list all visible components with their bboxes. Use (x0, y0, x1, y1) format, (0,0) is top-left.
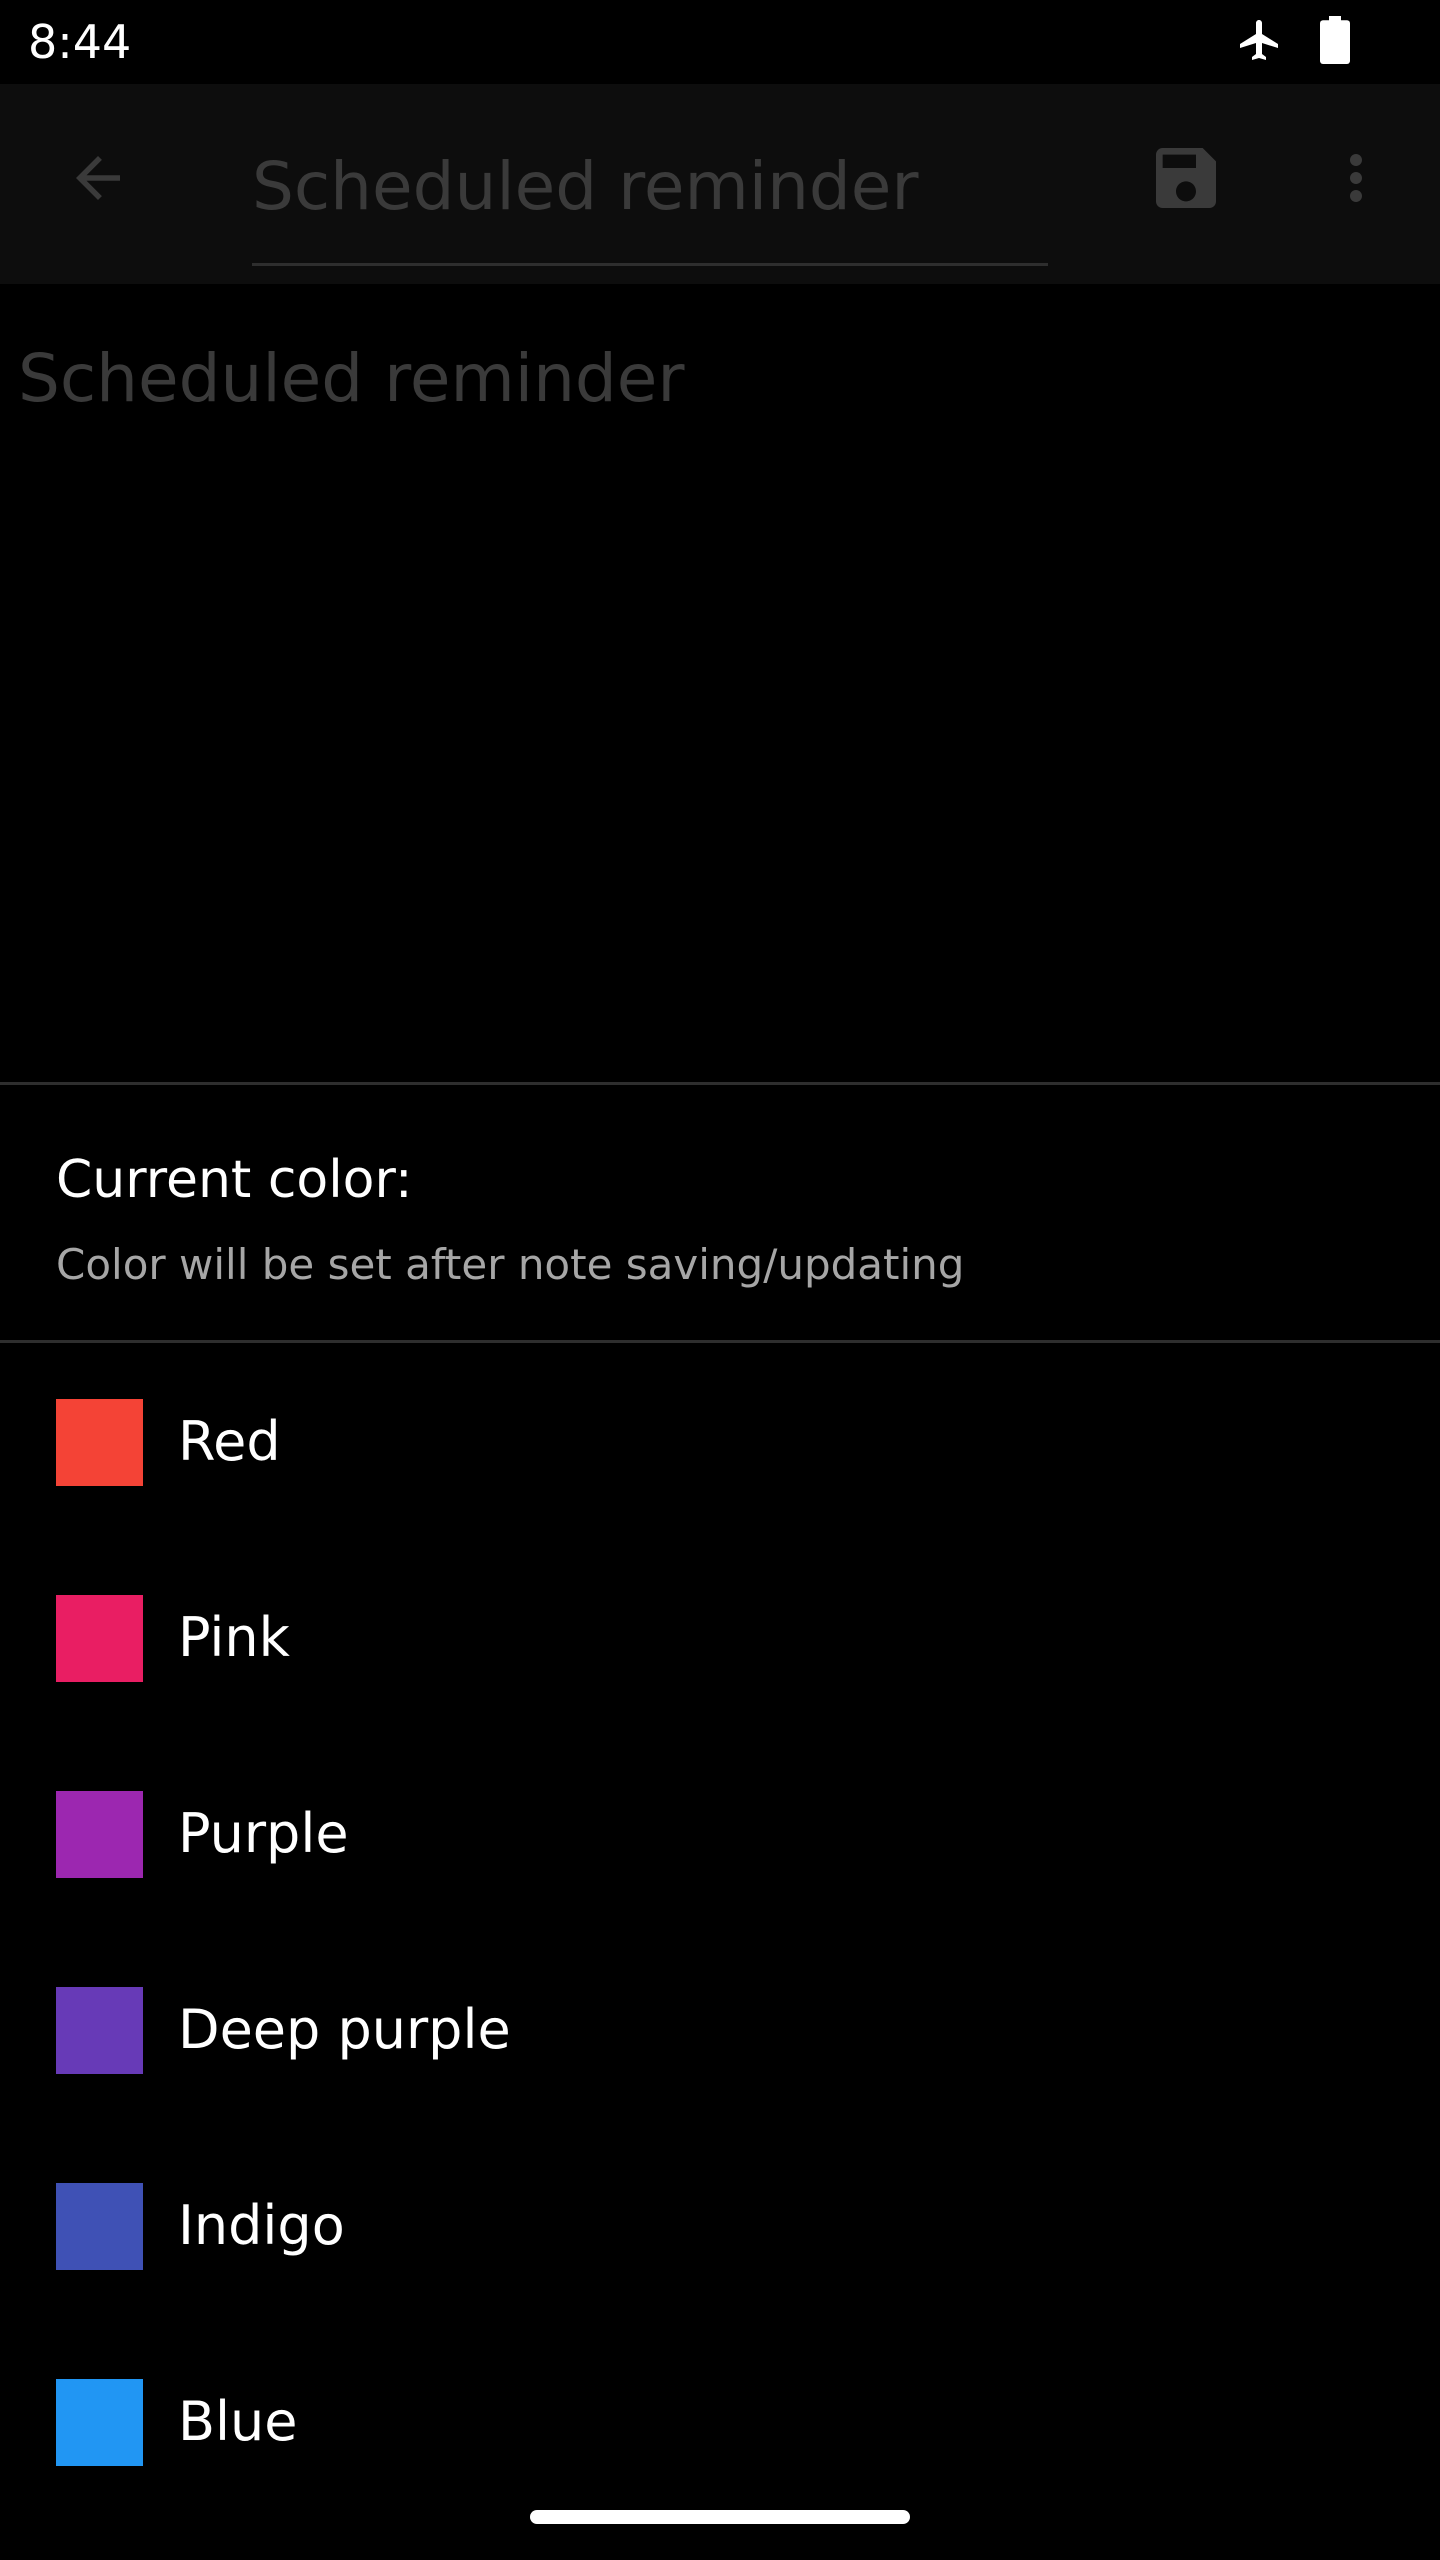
color-swatch (56, 2379, 143, 2466)
color-list: Red Pink Purple Deep purple Indigo Blue (0, 1343, 1440, 2519)
color-item-blue[interactable]: Blue (0, 2323, 1440, 2519)
status-bar: 8:44 (0, 0, 1440, 84)
status-time: 8:44 (28, 15, 132, 69)
color-label: Deep purple (178, 1998, 511, 2061)
color-swatch (56, 1399, 143, 1486)
color-item-indigo[interactable]: Indigo (0, 2127, 1440, 2323)
color-swatch (56, 1987, 143, 2074)
gesture-nav-handle[interactable] (530, 2510, 910, 2524)
save-icon (1146, 138, 1226, 222)
color-swatch (56, 1791, 143, 1878)
color-picker-sheet: Current color: Color will be set after n… (0, 1082, 1440, 2560)
color-item-red[interactable]: Red (0, 1343, 1440, 1539)
toolbar: Scheduled reminder (0, 84, 1440, 284)
color-swatch (56, 1595, 143, 1682)
more-options-button[interactable] (1314, 138, 1398, 222)
save-button[interactable] (1144, 138, 1228, 222)
sheet-header: Current color: Color will be set after n… (0, 1085, 1440, 1343)
battery-icon (1320, 16, 1350, 68)
color-item-pink[interactable]: Pink (0, 1539, 1440, 1735)
color-label: Purple (178, 1802, 349, 1865)
note-body[interactable]: Scheduled reminder (18, 334, 685, 424)
screen: 8:44 Scheduled reminder Scheduled remind… (0, 0, 1440, 2560)
color-label: Red (178, 1410, 281, 1473)
color-label: Indigo (178, 2194, 345, 2257)
title-input-text: Scheduled reminder (252, 148, 919, 225)
sheet-title: Current color: (56, 1150, 413, 1210)
color-label: Blue (178, 2390, 298, 2453)
status-icons (1236, 14, 1350, 70)
color-swatch (56, 2183, 143, 2270)
color-item-deep-purple[interactable]: Deep purple (0, 1931, 1440, 2127)
back-button[interactable] (56, 138, 140, 222)
title-input[interactable]: Scheduled reminder (252, 124, 1048, 266)
arrow-back-icon (65, 145, 131, 215)
color-label: Pink (178, 1606, 290, 1669)
color-item-purple[interactable]: Purple (0, 1735, 1440, 1931)
airplane-icon (1236, 16, 1284, 68)
sheet-subtitle: Color will be set after note saving/upda… (56, 1240, 965, 1289)
more-vert-icon (1320, 142, 1392, 218)
